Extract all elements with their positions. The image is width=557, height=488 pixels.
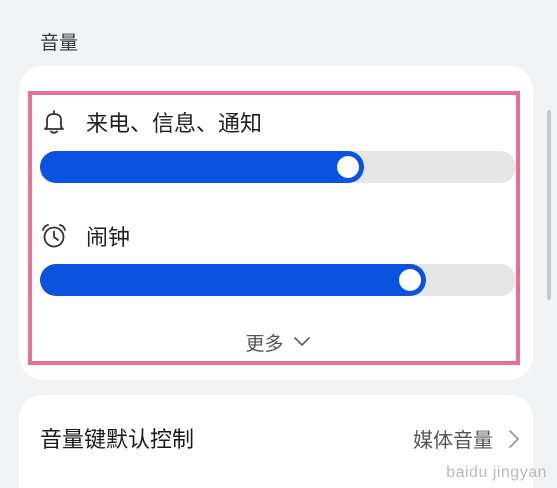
scrollbar[interactable] — [547, 110, 551, 300]
ringer-volume-slider[interactable] — [40, 151, 516, 183]
more-label: 更多 — [245, 333, 284, 355]
alarm-volume-slider[interactable] — [40, 264, 516, 296]
bell-icon — [40, 108, 68, 136]
more-button[interactable]: 更多 — [0, 329, 557, 356]
section-title-volume: 音量 — [40, 32, 79, 54]
alarm-volume-label: 闹钟 — [86, 226, 131, 251]
ringer-volume-fill — [40, 151, 364, 183]
volume-keys-value: 媒体音量 — [413, 428, 493, 452]
alarm-volume-fill — [40, 264, 426, 296]
alarm-volume-knob[interactable] — [399, 269, 421, 291]
watermark: baidu jingyan — [446, 464, 547, 481]
ringer-volume-knob[interactable] — [337, 156, 359, 178]
alarm-clock-icon — [40, 222, 68, 250]
alarm-volume-row: 闹钟 — [40, 220, 130, 252]
ringer-volume-label: 来电、信息、通知 — [86, 112, 263, 137]
chevron-right-icon — [507, 428, 521, 454]
chevron-down-icon — [292, 333, 312, 352]
ringer-volume-row: 来电、信息、通知 — [40, 106, 262, 138]
volume-keys-label: 音量键默认控制 — [40, 428, 195, 453]
